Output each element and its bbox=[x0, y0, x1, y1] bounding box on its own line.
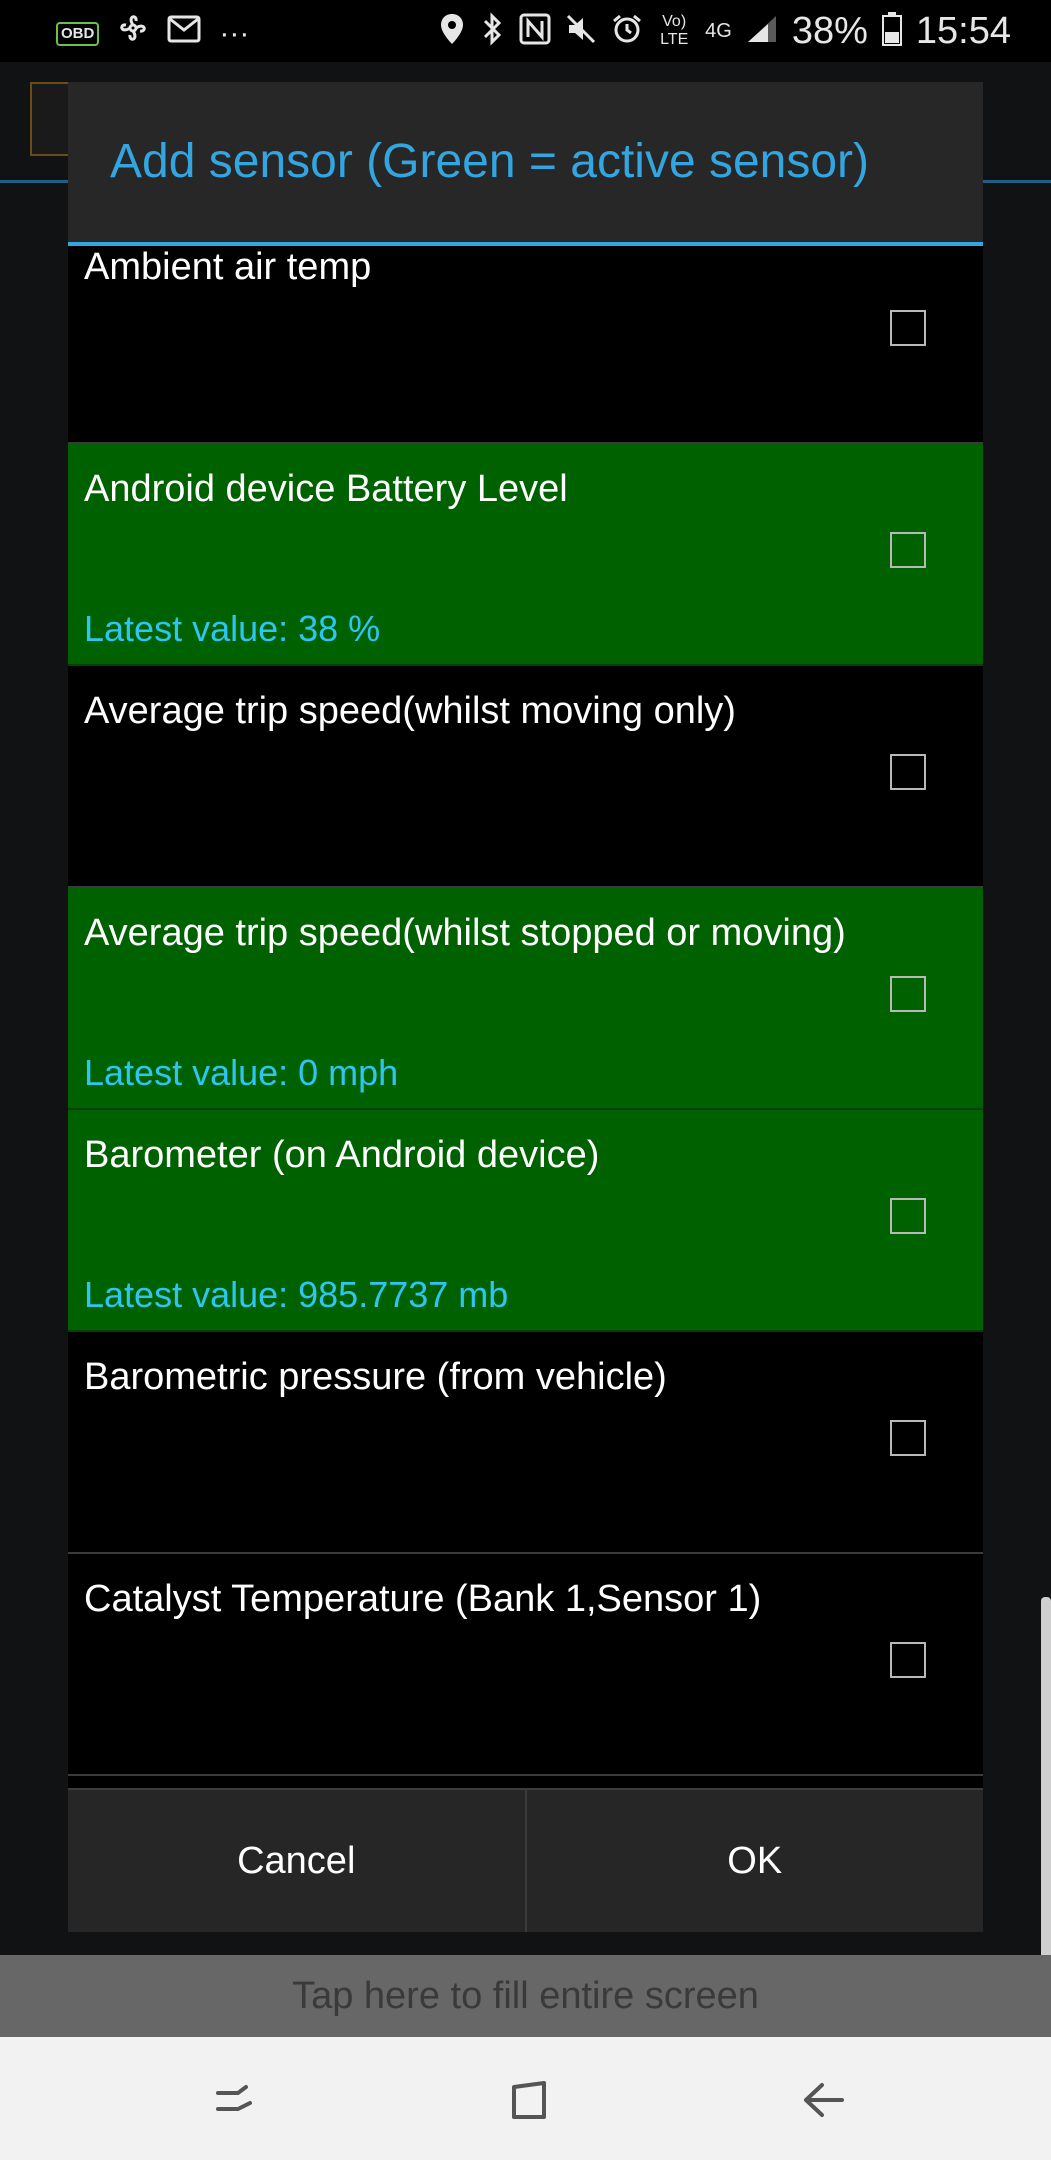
dialog-buttons: Cancel OK bbox=[68, 1788, 983, 1932]
dialog-header: Add sensor (Green = active sensor) bbox=[68, 82, 983, 246]
more-dots-icon: ··· bbox=[219, 17, 250, 50]
status-bar-right: Vo) LTE 4G 38% 15:54 bbox=[439, 8, 1011, 54]
obd-icon: OBD bbox=[56, 22, 100, 46]
sensor-name: Barometer (on Android device) bbox=[84, 1134, 600, 1176]
sensor-latest-value: Latest value: 38 % bbox=[84, 608, 381, 649]
fan-icon bbox=[117, 12, 149, 56]
sensor-name: Android device Battery Level bbox=[84, 468, 568, 510]
sensor-checkbox[interactable] bbox=[890, 1642, 926, 1678]
sensor-list[interactable]: Ambient air temp Android device Battery … bbox=[68, 246, 983, 1788]
sensor-row[interactable]: Average trip speed(whilst moving only) bbox=[68, 666, 983, 888]
fill-screen-label: Tap here to fill entire screen bbox=[292, 1974, 759, 2017]
volte-icon: Vo) LTE bbox=[660, 13, 689, 48]
sensor-checkbox[interactable] bbox=[890, 1420, 926, 1456]
location-icon bbox=[439, 12, 465, 51]
clock: 15:54 bbox=[915, 10, 1011, 52]
sensor-latest-value: Latest value: 985.7737 mb bbox=[84, 1274, 509, 1315]
sensor-name: Catalyst Temperature (Bank 1,Sensor 1) bbox=[84, 1578, 762, 1620]
sensor-row[interactable]: Ambient air temp bbox=[68, 246, 983, 444]
add-sensor-dialog: Add sensor (Green = active sensor) Ambie… bbox=[68, 82, 983, 1932]
cancel-button[interactable]: Cancel bbox=[68, 1790, 527, 1932]
sensor-checkbox[interactable] bbox=[890, 532, 926, 568]
sensor-latest-value: Latest value: 0 mph bbox=[84, 1052, 399, 1093]
sensor-row[interactable]: Catalyst Temperature (Bank 1,Sensor 1) bbox=[68, 1554, 983, 1776]
fill-screen-bar[interactable]: Tap here to fill entire screen bbox=[0, 1955, 1051, 2037]
alarm-icon bbox=[611, 13, 643, 50]
sensor-row[interactable]: Barometric pressure (from vehicle) bbox=[68, 1332, 983, 1554]
sensor-row[interactable]: Average trip speed(whilst stopped or mov… bbox=[68, 888, 983, 1110]
sensor-name: Barometric pressure (from vehicle) bbox=[84, 1356, 667, 1398]
sensor-name: Average trip speed(whilst moving only) bbox=[84, 690, 736, 732]
bluetooth-icon bbox=[479, 11, 505, 51]
4g-icon: 4G bbox=[705, 20, 732, 42]
home-icon[interactable] bbox=[506, 2077, 552, 2123]
status-bar: OBD ··· Vo) LTE 4G 38% 15:54 bbox=[0, 0, 1051, 62]
battery-icon bbox=[881, 11, 902, 51]
sensor-row[interactable]: Barometer (on Android device) Latest val… bbox=[68, 1110, 983, 1332]
ok-button[interactable]: OK bbox=[527, 1790, 984, 1932]
sensor-name: Ambient air temp bbox=[84, 246, 372, 288]
recents-icon[interactable] bbox=[212, 2077, 258, 2123]
mail-icon bbox=[167, 13, 201, 55]
sensor-name: Average trip speed(whilst stopped or mov… bbox=[84, 912, 846, 954]
battery-percent: 38% bbox=[791, 10, 868, 52]
sensor-checkbox[interactable] bbox=[890, 754, 926, 790]
mute-icon bbox=[565, 13, 597, 50]
signal-icon bbox=[746, 14, 778, 49]
sensor-checkbox[interactable] bbox=[890, 1198, 926, 1234]
sensor-row[interactable]: Android device Battery Level Latest valu… bbox=[68, 444, 983, 666]
status-bar-left: OBD ··· bbox=[56, 12, 249, 56]
navigation-bar bbox=[0, 2037, 1051, 2160]
sensor-checkbox[interactable] bbox=[890, 310, 926, 346]
back-icon[interactable] bbox=[800, 2077, 846, 2123]
nfc-icon bbox=[519, 13, 551, 50]
dialog-title: Add sensor (Green = active sensor) bbox=[110, 135, 870, 188]
sensor-checkbox[interactable] bbox=[890, 976, 926, 1012]
